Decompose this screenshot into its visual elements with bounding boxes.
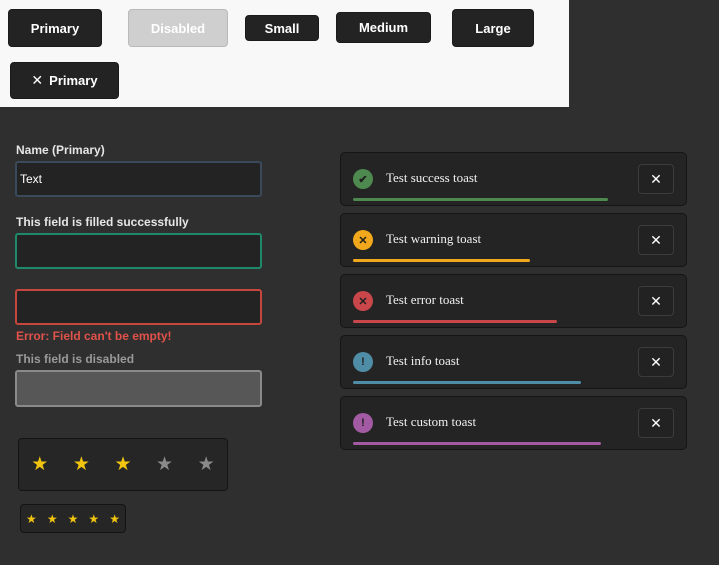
toast-progress-bar [353,198,608,201]
disabled-button: Disabled [128,9,228,47]
x-circle-icon: ✕ [353,230,373,250]
toast-close-button[interactable]: ✕ [638,164,674,194]
success-input[interactable] [15,233,262,269]
toast-message: Test custom toast [386,414,477,429]
toast-warning: ✕ Test warning toast ✕ [340,213,687,267]
toast-message: Test info toast [386,353,460,368]
disabled-input [15,370,262,407]
toast-message: Test error toast [386,292,464,307]
large-button[interactable]: Large [452,9,534,47]
error-message: Error: Field can't be empty! [16,329,172,343]
x-circle-icon: ✕ [353,291,373,311]
star-icon[interactable]: ★ [68,513,79,525]
star-icon[interactable]: ★ [198,455,215,474]
toast-close-button[interactable]: ✕ [638,286,674,316]
name-field-label: Name (Primary) [16,143,105,157]
check-icon: ✔ [353,169,373,189]
star-icon[interactable]: ★ [156,455,173,474]
info-icon: ! [353,352,373,372]
primary-button[interactable]: Primary [8,9,102,47]
star-icon[interactable]: ★ [26,513,37,525]
toast-message: Test warning toast [386,231,482,246]
toast-progress-bar [353,320,557,323]
error-input[interactable] [15,289,262,325]
exclamation-icon: ! [353,413,373,433]
star-icon[interactable]: ★ [88,513,99,525]
primary-icon-button[interactable]: ✕ Primary [10,62,119,99]
toast-progress-bar [353,442,601,445]
toast-close-button[interactable]: ✕ [638,408,674,438]
star-icon[interactable]: ★ [109,513,120,525]
disabled-field-label: This field is disabled [16,352,135,366]
star-icon[interactable]: ★ [114,455,131,474]
toast-error: ✕ Test error toast ✕ [340,274,687,328]
name-input[interactable]: Text [15,161,262,197]
star-icon[interactable]: ★ [31,455,48,474]
star-icon[interactable]: ★ [47,513,58,525]
toast-progress-bar [353,381,581,384]
medium-button[interactable]: Medium [336,12,431,43]
close-icon: ✕ [31,72,44,88]
toast-close-button[interactable]: ✕ [638,347,674,377]
small-button[interactable]: Small [245,15,319,41]
button-showcase-panel: Primary Disabled Small Medium Large ✕ Pr… [0,0,569,107]
toast-custom: ! Test custom toast ✕ [340,396,687,450]
star-rating-small[interactable]: ★ ★ ★ ★ ★ [20,504,126,533]
toast-success: ✔ Test success toast ✕ [340,152,687,206]
toast-info: ! Test info toast ✕ [340,335,687,389]
toast-message: Test success toast [386,170,478,185]
success-field-label: This field is filled successfully [16,215,189,229]
star-rating-large[interactable]: ★ ★ ★ ★ ★ [18,438,228,491]
toast-progress-bar [353,259,530,262]
star-icon[interactable]: ★ [73,455,90,474]
toast-close-button[interactable]: ✕ [638,225,674,255]
primary-icon-button-label: Primary [49,73,98,88]
